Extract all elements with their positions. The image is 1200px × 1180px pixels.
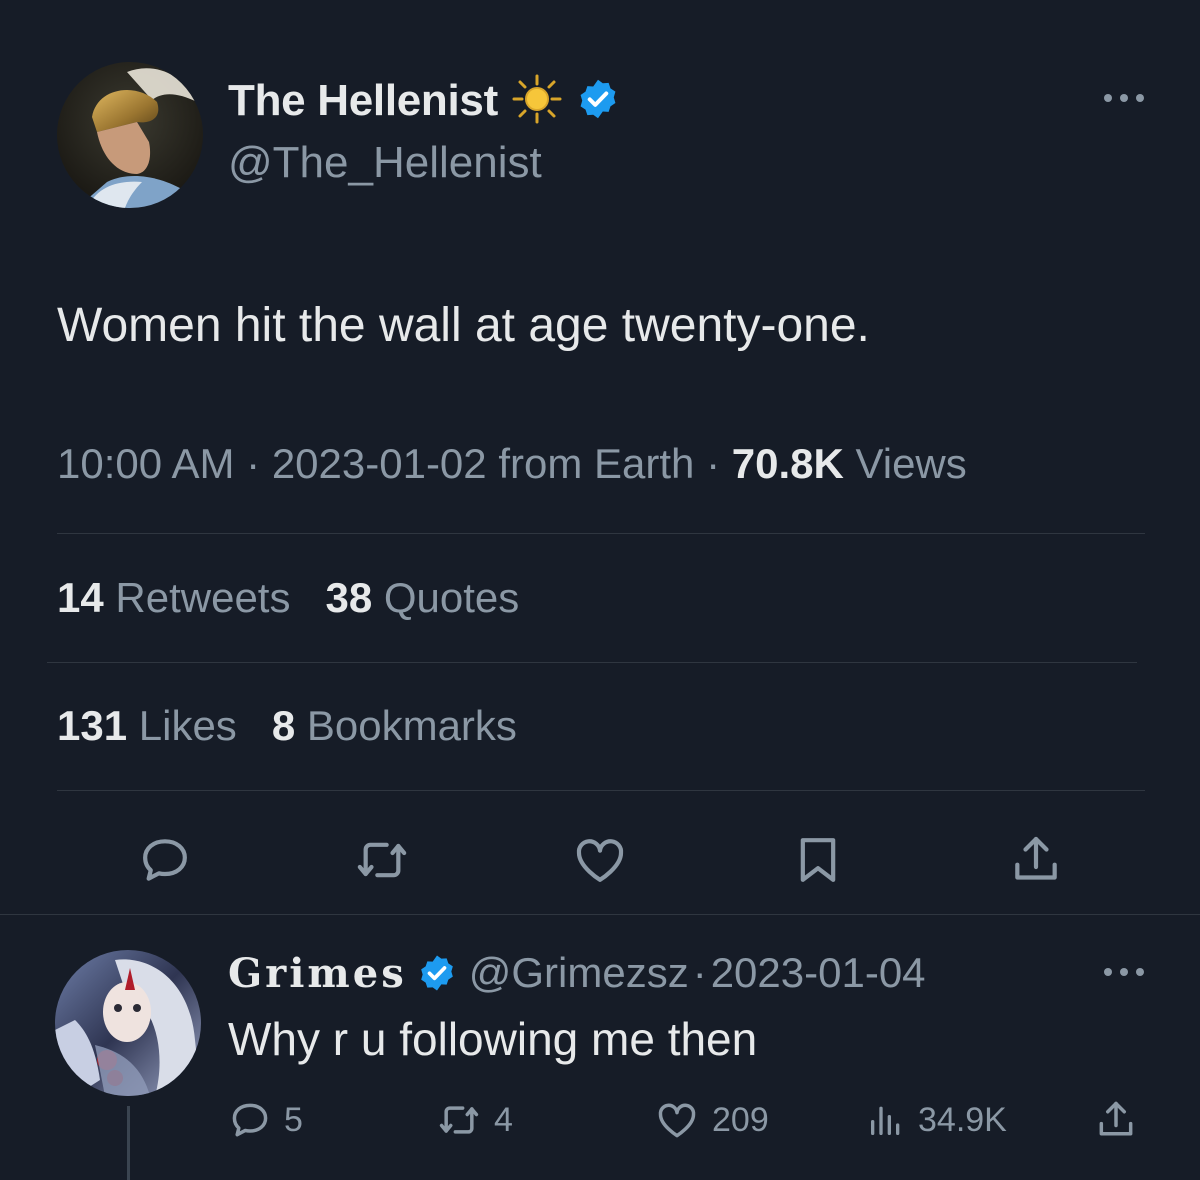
reply-author-avatar[interactable] [55,950,201,1096]
quotes-stat[interactable]: 38 Quotes [325,574,519,621]
retweet-icon [439,1106,479,1134]
likes-count: 131 [57,702,128,749]
divider [0,914,1200,915]
reply-icon [232,1103,268,1137]
tweet-date[interactable]: 2023-01-02 [272,440,487,487]
reply-button[interactable] [137,832,193,888]
tweet-text: Women hit the wall at age twenty-one. [57,299,870,352]
reply-author-display-name[interactable]: Grimes [228,950,407,997]
author-name-row[interactable]: The Hellenist [228,74,620,129]
reply-header: Grimes @Grimezsz · 2023-01-04 [228,947,926,999]
views-count[interactable]: 70.8K [732,440,844,487]
tweet-meta: 10:00 AM · 2023-01-02 from Earth · 70.8K… [57,440,967,488]
quotes-label: Quotes [383,574,520,621]
divider [57,533,1145,534]
engagement-stats-row-1: 14 Retweets 38 Quotes [57,574,519,622]
author-avatar[interactable] [57,62,203,208]
more-icon[interactable] [1104,88,1144,108]
retweet-button[interactable] [354,832,410,888]
reply-date[interactable]: 2023-01-04 [711,949,926,997]
retweet-icon [357,842,407,878]
divider [47,662,1137,663]
reply-likes-count: 209 [712,1100,769,1139]
bookmarks-stat[interactable]: 8 Bookmarks [272,702,517,749]
verified-badge-icon [417,953,457,993]
reply-views-button[interactable]: 34.9K [866,1096,1007,1144]
share-icon [1099,1101,1133,1136]
author-display-name[interactable]: The Hellenist [228,76,498,126]
bookmark-button[interactable] [790,832,846,888]
verified-badge-icon [576,77,620,126]
reply-views-count: 34.9K [918,1100,1007,1139]
reply-reply-button[interactable]: 5 [228,1096,303,1144]
reply-retweets-count: 4 [494,1100,513,1139]
reply-icon [143,839,187,881]
reply-text: Why r u following me then [228,1013,758,1065]
reply-retweet-button[interactable]: 4 [436,1096,513,1144]
thread-connector-line [127,1106,130,1180]
retweets-label: Retweets [115,574,291,621]
share-button[interactable] [1008,832,1064,888]
views-icon [871,1106,900,1135]
reply-like-button[interactable]: 209 [654,1096,769,1144]
separator: · [246,440,261,487]
tweet-time[interactable]: 10:00 AM [57,440,234,487]
likes-label: Likes [138,702,237,749]
views-label[interactable]: Views [855,440,966,487]
separator: · [706,440,721,487]
retweets-count: 14 [57,574,104,621]
heart-icon [658,1103,696,1138]
sun-emoji-icon [512,74,562,129]
bookmark-icon [800,838,836,882]
engagement-stats-row-2: 131 Likes 8 Bookmarks [57,702,517,750]
divider [57,790,1145,791]
like-button[interactable] [572,832,628,888]
bookmarks-count: 8 [271,702,296,749]
bookmarks-label: Bookmarks [306,702,517,749]
heart-icon [576,839,624,882]
tweet-source: from Earth [498,440,695,487]
reply-author-handle[interactable]: @Grimezsz [469,949,689,997]
tweet-detail-view: The Hellenist @The_Hellenist Women hit t… [0,0,1200,1180]
more-icon[interactable] [1104,964,1144,980]
retweets-stat[interactable]: 14 Retweets [57,574,290,621]
author-handle[interactable]: @The_Hellenist [228,138,542,188]
separator: · [692,949,707,996]
quotes-count: 38 [325,574,373,621]
reply-share-button[interactable] [1094,1096,1138,1144]
likes-stat[interactable]: 131 Likes [57,702,237,749]
reply-replies-count: 5 [284,1100,303,1139]
share-icon [1015,836,1057,880]
